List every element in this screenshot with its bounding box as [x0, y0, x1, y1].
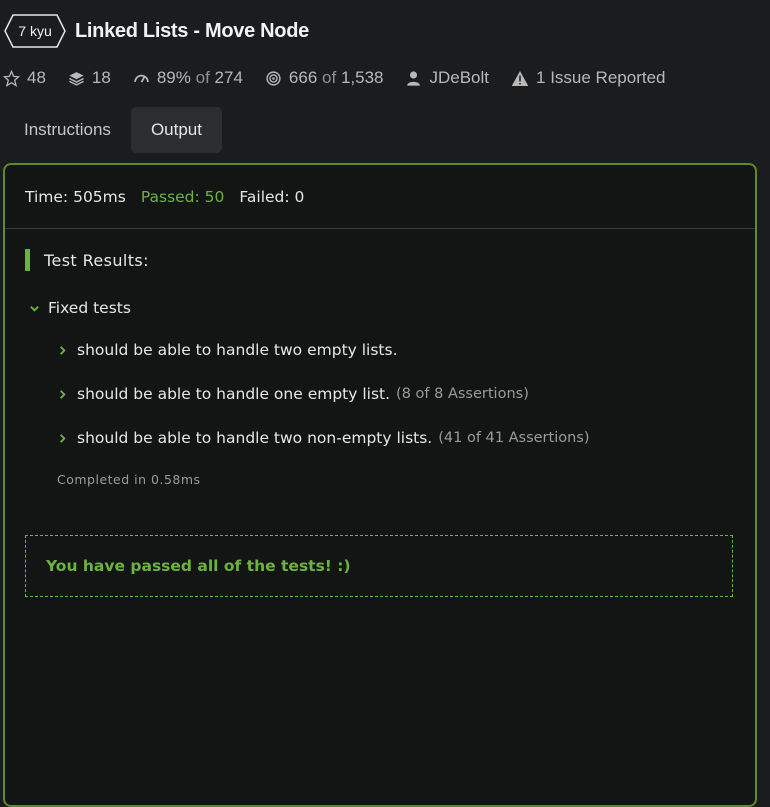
- passed-label: Passed: 50: [140, 187, 225, 206]
- results-header: Test Results:: [25, 249, 149, 271]
- tab-instructions[interactable]: Instructions: [4, 107, 131, 153]
- test-item[interactable]: should be able to handle one empty list.…: [57, 385, 529, 403]
- completions-total: 1,538: [340, 68, 384, 87]
- test-item[interactable]: should be able to handle two non-empty l…: [57, 429, 590, 447]
- target-icon: [266, 70, 281, 86]
- test-item[interactable]: should be able to handle two empty lists…: [57, 341, 398, 359]
- kata-title: Linked Lists - Move Node: [75, 19, 309, 42]
- test-group-label: Fixed tests: [48, 299, 131, 317]
- author-name: JDeBolt: [429, 68, 490, 87]
- output-panel: Time: 505ms Passed: 50 Failed: 0 Test Re…: [3, 163, 757, 807]
- test-group-fixed[interactable]: Fixed tests: [29, 299, 131, 317]
- test-summary: Time: 505ms Passed: 50 Failed: 0: [5, 165, 755, 229]
- completions-of: of: [322, 68, 337, 87]
- rank-badge: 7 kyu: [4, 14, 66, 48]
- layers-icon: [69, 71, 84, 86]
- stars-count: 48: [27, 68, 46, 87]
- test-label: should be able to handle one empty list.: [77, 385, 391, 403]
- results-title: Test Results:: [44, 250, 149, 270]
- kata-header: 7 kyu Linked Lists - Move Node: [4, 14, 309, 48]
- author-stat[interactable]: JDeBolt: [405, 68, 489, 88]
- completions-stat: 666 of 1,538: [265, 68, 384, 88]
- satisfaction-stat: 89% of 274: [133, 68, 243, 88]
- pass-message: You have passed all of the tests! :): [46, 557, 351, 575]
- issues-label: 1 Issue Reported: [536, 68, 666, 87]
- issues-stat[interactable]: 1 Issue Reported: [511, 68, 665, 88]
- chevron-right-icon: [60, 389, 66, 399]
- test-assertions: (8 of 8 Assertions): [396, 386, 529, 402]
- pass-message-box: You have passed all of the tests! :): [25, 535, 733, 597]
- failed-label: Failed: 0: [239, 187, 305, 206]
- kata-stats: 48 18 89% of 274 666 of 1,538 JDeBolt 1 …: [3, 66, 687, 90]
- completed-time: Completed in 0.58ms: [57, 472, 201, 487]
- star-icon: [3, 69, 20, 87]
- gauge-icon: [134, 74, 149, 82]
- test-label: should be able to handle two empty lists…: [77, 341, 398, 359]
- test-assertions: (41 of 41 Assertions): [438, 430, 590, 446]
- chevron-right-icon: [60, 345, 66, 355]
- time-label: Time: 505ms: [25, 187, 126, 206]
- tab-output[interactable]: Output: [130, 107, 222, 153]
- warning-icon: [511, 70, 529, 86]
- satisfaction-value: 89%: [156, 68, 191, 87]
- test-label: should be able to handle two non-empty l…: [77, 429, 433, 447]
- satisfaction-of: of: [195, 68, 210, 87]
- results-marker: [25, 249, 30, 271]
- rank-label: 7 kyu: [18, 23, 52, 39]
- chevron-right-icon: [60, 433, 66, 443]
- satisfaction-votes: 274: [214, 68, 243, 87]
- collections-stat[interactable]: 18: [68, 68, 111, 88]
- tab-bar: Instructions Output: [4, 107, 222, 153]
- completions-value: 666: [288, 68, 318, 87]
- stars-stat[interactable]: 48: [3, 68, 46, 88]
- user-icon: [407, 70, 421, 86]
- chevron-down-icon: [30, 305, 39, 312]
- collections-count: 18: [91, 68, 111, 87]
